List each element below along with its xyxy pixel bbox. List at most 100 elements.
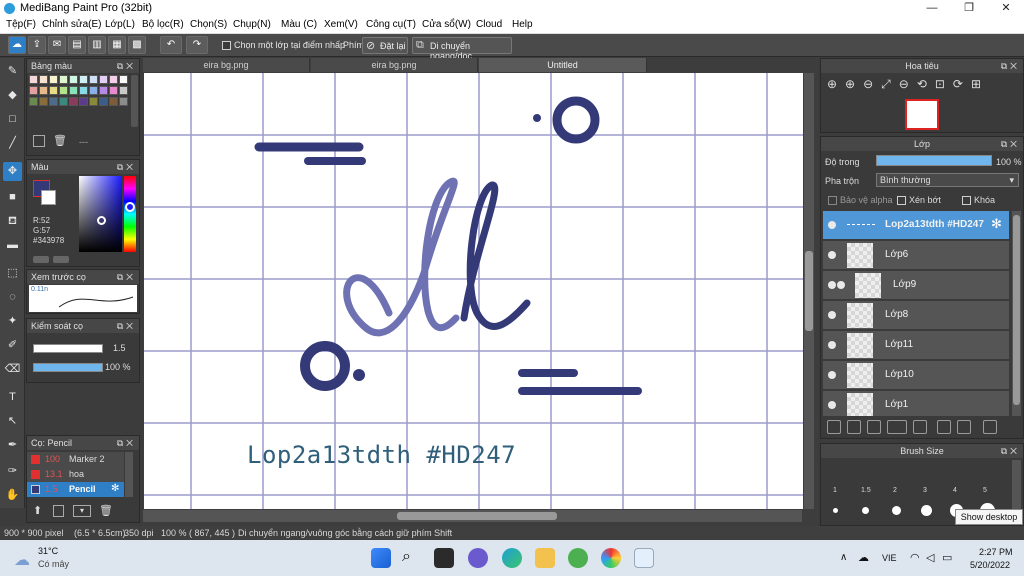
- tab-untitled[interactable]: Untitled: [479, 58, 647, 72]
- file-explorer-icon[interactable]: [535, 548, 555, 568]
- delete-brush-icon[interactable]: 🗑: [99, 504, 113, 517]
- pen-tool-icon[interactable]: ✑: [3, 462, 22, 481]
- search-icon[interactable]: ⌕: [402, 548, 411, 566]
- palette-swatch[interactable]: [79, 86, 88, 95]
- share-icon[interactable]: ⇪: [28, 36, 46, 54]
- duplicate-layer-icon[interactable]: [937, 420, 951, 434]
- palette-swatch[interactable]: [49, 75, 58, 84]
- palette-swatch[interactable]: [59, 86, 68, 95]
- move-button[interactable]: ⧉ Di chuyển ngang/dọc: [412, 37, 512, 61]
- document-icon[interactable]: ▥: [88, 36, 106, 54]
- add-8bit-layer-icon[interactable]: [867, 420, 881, 434]
- menu-filter[interactable]: Bộ lọc(R): [142, 19, 184, 30]
- palette-swatch[interactable]: [109, 75, 118, 84]
- palette-swatch[interactable]: [39, 75, 48, 84]
- eye-icon[interactable]: [828, 341, 836, 349]
- menu-edit[interactable]: Chỉnh sửa(E): [42, 19, 102, 30]
- eye-icon[interactable]: [828, 221, 836, 229]
- clock-time[interactable]: 2:27 PM: [979, 547, 1013, 557]
- eye-icon[interactable]: [828, 371, 836, 379]
- menu-help[interactable]: Help: [512, 19, 533, 30]
- navigator-zoom-icons[interactable]: ⊕⊕⊖⤢⊖⟲⊡⟳⊞: [827, 77, 989, 92]
- task-view-icon[interactable]: [434, 548, 454, 568]
- palette-swatch[interactable]: [29, 97, 38, 106]
- gear-icon[interactable]: ✻: [991, 216, 1002, 232]
- layer-row-lop10[interactable]: Lớp10: [823, 361, 1009, 390]
- layer-scroll-thumb[interactable]: [1013, 215, 1020, 405]
- delete-layer-icon[interactable]: [983, 420, 997, 434]
- merge-layer-icon[interactable]: [957, 420, 971, 434]
- add-halftone-layer-icon[interactable]: [847, 420, 861, 434]
- brush-tool-icon[interactable]: ✎: [3, 62, 22, 81]
- layer-row-lop11[interactable]: Lớp11: [823, 331, 1009, 360]
- brush-opacity-slider[interactable]: [33, 363, 103, 372]
- menu-capture[interactable]: Chụp(N): [233, 19, 271, 30]
- navigator-thumbnail[interactable]: [905, 99, 939, 130]
- battery-icon[interactable]: ▭: [942, 551, 952, 564]
- delete-palette-icon[interactable]: 🗑: [53, 134, 67, 147]
- palette-swatch[interactable]: [59, 75, 68, 84]
- background-color-swatch[interactable]: [41, 190, 56, 205]
- text-tool-icon[interactable]: T: [3, 388, 22, 407]
- panel-buttons-icon[interactable]: ⧉✕: [1001, 137, 1020, 151]
- brush-item-hoa[interactable]: 13.1 hoa: [27, 467, 124, 482]
- palette-swatch[interactable]: [99, 75, 108, 84]
- palette-swatch[interactable]: [99, 97, 108, 106]
- palette-swatch[interactable]: [109, 86, 118, 95]
- menu-window[interactable]: Cửa sổ(W): [422, 19, 471, 30]
- brush-menu-icon[interactable]: ▾: [73, 505, 91, 517]
- palette-swatch[interactable]: [49, 86, 58, 95]
- menu-layer[interactable]: Lớp(L): [105, 19, 135, 30]
- palette-swatch[interactable]: [59, 97, 68, 106]
- clock-date[interactable]: 5/20/2022: [970, 560, 1010, 570]
- menu-tools[interactable]: Công cụ(T): [366, 19, 416, 30]
- brush-size-slider[interactable]: [33, 344, 103, 353]
- panel-buttons-icon[interactable]: ⧉✕: [117, 319, 136, 333]
- select-layer-checkbox[interactable]: [222, 41, 231, 50]
- hue-slider[interactable]: [124, 176, 136, 252]
- color-swap-button[interactable]: [53, 256, 69, 263]
- weather-temp[interactable]: 31°C: [38, 546, 58, 556]
- eraser-tool-icon[interactable]: ◆: [3, 86, 22, 105]
- canvas-horizontal-scrollbar[interactable]: [143, 510, 802, 522]
- wifi-icon[interactable]: ◠: [910, 551, 920, 564]
- cloud-sync-icon[interactable]: ☁: [858, 551, 869, 564]
- panel-buttons-icon[interactable]: ⧉✕: [117, 59, 136, 73]
- palette-scrollbar[interactable]: [131, 75, 138, 127]
- add-brush-icon[interactable]: [53, 505, 64, 517]
- palette-swatch[interactable]: [89, 97, 98, 106]
- tab-eira-bg-2[interactable]: eira bg.png: [311, 58, 478, 72]
- app-icon-green[interactable]: [568, 548, 588, 568]
- palette-swatch[interactable]: [39, 86, 48, 95]
- undo-icon[interactable]: ↶: [160, 36, 182, 54]
- add-layer-icon[interactable]: [827, 420, 841, 434]
- menu-file[interactable]: Tệp(F): [6, 19, 36, 30]
- layer-menu-icon[interactable]: [887, 420, 907, 434]
- material-icon[interactable]: ▦: [108, 36, 126, 54]
- palette-swatch[interactable]: [39, 97, 48, 106]
- chat-icon[interactable]: [468, 548, 488, 568]
- minimize-button[interactable]: —: [915, 0, 949, 17]
- palette-swatch[interactable]: [119, 75, 128, 84]
- reset-button[interactable]: ⊘ Đặt lại: [362, 37, 408, 54]
- palette-more[interactable]: ---: [79, 137, 88, 147]
- folder-icon[interactable]: [913, 420, 927, 434]
- panel-buttons-icon[interactable]: ⧉✕: [1001, 444, 1020, 458]
- menu-cloud[interactable]: Cloud: [476, 19, 502, 30]
- eyedropper-tool-icon[interactable]: ✒: [3, 436, 22, 455]
- gradient-tool-icon[interactable]: ▬: [3, 236, 22, 255]
- lasso-tool-icon[interactable]: ◌: [3, 288, 22, 307]
- palette-swatch[interactable]: [69, 86, 78, 95]
- saturation-value-picker[interactable]: [79, 176, 122, 252]
- menu-color[interactable]: Màu (C): [281, 19, 317, 30]
- close-button[interactable]: ✕: [989, 0, 1023, 17]
- palette-swatch[interactable]: [69, 75, 78, 84]
- canvas-vscroll-thumb[interactable]: [805, 251, 813, 331]
- edge-icon[interactable]: [502, 548, 522, 568]
- menu-view[interactable]: Xem(V): [324, 19, 358, 30]
- menu-select[interactable]: Chọn(S): [190, 19, 227, 30]
- brush-item-marker-2[interactable]: 100 Marker 2: [27, 452, 124, 467]
- palette-swatch[interactable]: [49, 97, 58, 106]
- layer-row-lop1[interactable]: Lớp1: [823, 391, 1009, 416]
- magic-wand-tool-icon[interactable]: ✦: [3, 312, 22, 331]
